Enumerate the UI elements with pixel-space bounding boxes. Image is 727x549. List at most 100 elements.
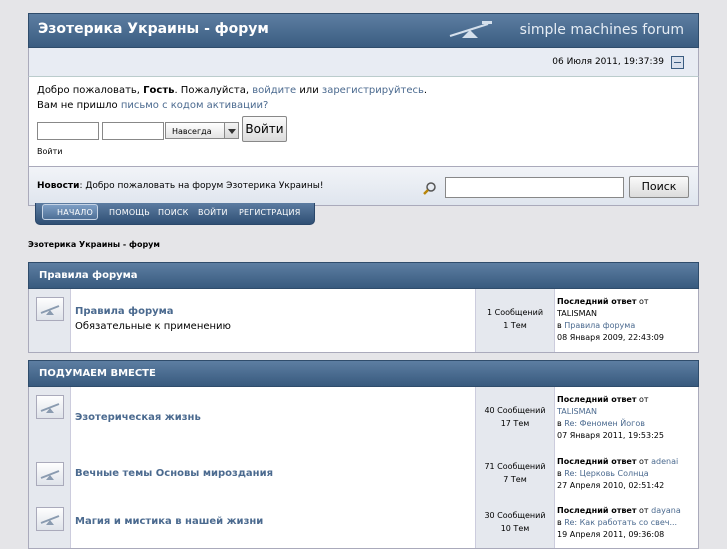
board-info: Вечные темы Основы мироздания <box>71 450 476 499</box>
in-text: в <box>557 419 562 428</box>
menu-login[interactable]: ВОЙТИ <box>198 208 228 217</box>
board-name[interactable]: Правила форума <box>75 306 174 317</box>
board-icon <box>36 297 64 321</box>
please-text: . Пожалуйста, <box>174 85 250 96</box>
menu-home[interactable]: НАЧАЛО <box>57 208 93 217</box>
board-icon-cell <box>29 387 71 450</box>
board-row: Правила форума Обязательные к применению… <box>28 289 699 353</box>
category-header: Правила форума <box>28 262 699 289</box>
login-link[interactable]: войдите <box>252 85 296 96</box>
in-text: в <box>557 321 562 330</box>
board-topics: 7 Тем <box>503 475 527 484</box>
forum-title: Эзотерика Украины - форум <box>38 21 269 37</box>
by-text: от <box>639 457 649 466</box>
board-last-post: Последний ответ от TALISMAN в Правила фо… <box>555 289 698 352</box>
activation-link[interactable]: письмо с кодом активации? <box>121 100 269 111</box>
in-text: в <box>557 469 562 478</box>
user-box: Добро пожаловать, Гость. Пожалуйста, вой… <box>28 76 699 167</box>
search-button[interactable]: Поиск <box>629 176 689 198</box>
collapse-icon[interactable] <box>671 56 684 69</box>
board-icon-cell <box>29 289 71 352</box>
last-post-date: 07 Января 2011, 19:53:25 <box>557 431 664 440</box>
board-row: Магия и мистика в нашей жизни 30 Сообщен… <box>28 499 699 549</box>
last-post-date: 19 Апреля 2011, 09:36:08 <box>557 530 665 539</box>
breadcrumb[interactable]: Эзотерика Украины - форум <box>28 240 160 249</box>
smf-brand: simple machines forum <box>519 22 684 38</box>
category-title: Правила форума <box>39 270 138 281</box>
board-info: Правила форума Обязательные к применению <box>71 289 476 352</box>
last-post-topic[interactable]: Правила форума <box>564 321 635 330</box>
news-bar: Новости: Добро пожаловать на форум Эзоте… <box>28 167 699 206</box>
chevron-down-icon[interactable] <box>224 122 239 139</box>
register-link[interactable]: зарегистрируйтесь <box>322 85 424 96</box>
last-post-date: 08 Января 2009, 22:43:09 <box>557 333 664 342</box>
menu-help[interactable]: ПОМОЩЬ <box>109 208 150 217</box>
board-icon-cell <box>29 499 71 548</box>
board-info: Эзотерическая жизнь <box>71 387 476 450</box>
password-input[interactable] <box>102 122 164 140</box>
last-post-topic[interactable]: Re: Феномен Йогов <box>564 419 645 428</box>
board-icon-cell <box>29 450 71 499</box>
board-icon <box>36 507 64 531</box>
board-name[interactable]: Магия и мистика в нашей жизни <box>75 516 263 527</box>
last-post-author[interactable]: TALISMAN <box>557 407 597 416</box>
board-stats: 1 Сообщений 1 Тем <box>476 289 555 352</box>
news-text: : Добро пожаловать на форум Эзотерика Ук… <box>79 181 324 191</box>
last-post-label: Последний ответ <box>557 395 637 404</box>
board-stats: 40 Сообщений 17 Тем <box>476 387 555 450</box>
guest-name: Гость <box>143 85 175 96</box>
board-topics: 17 Тем <box>500 419 530 428</box>
username-input[interactable] <box>37 122 99 140</box>
board-topics: 10 Тем <box>500 524 530 533</box>
by-text: от <box>639 297 649 306</box>
last-post-author[interactable]: dayana <box>651 506 681 515</box>
period-text: . <box>423 85 428 96</box>
welcome-text: Добро пожаловать, <box>37 85 140 96</box>
category-title: ПОДУМАЕМ ВМЕСТЕ <box>39 368 156 379</box>
board-stats: 30 Сообщений 10 Тем <box>476 499 555 548</box>
news-label: Новости <box>37 181 80 191</box>
board-name[interactable]: Вечные темы Основы мироздания <box>75 468 273 479</box>
last-post-text: Последний ответ от TALISMAN в Правила фо… <box>557 296 664 344</box>
welcome-line: Добро пожаловать, Гость. Пожалуйста, вой… <box>37 85 427 96</box>
last-post-date: 27 Апреля 2010, 02:51:42 <box>557 481 665 490</box>
board-row: Эзотерическая жизнь 40 Сообщений 17 Тем … <box>28 387 699 451</box>
board-info: Магия и мистика в нашей жизни <box>71 499 476 548</box>
last-post-topic[interactable]: Re: Как работать со свеч... <box>564 518 677 527</box>
forum-container: Эзотерика Украины - форум simple machine… <box>28 13 699 206</box>
no-mail-text: Вам не пришло <box>37 100 118 111</box>
smf-logo-icon <box>449 21 492 38</box>
board-icon <box>36 462 64 486</box>
board-posts: 30 Сообщений <box>484 511 546 520</box>
board-desc: Обязательные к применению <box>75 321 231 332</box>
board-row: Вечные темы Основы мироздания 71 Сообщен… <box>28 450 699 500</box>
last-post-topic[interactable]: Re: Церковь Солнца <box>564 469 648 478</box>
board-stats: 71 Сообщений 7 Тем <box>476 450 555 499</box>
search-input[interactable] <box>445 177 624 198</box>
last-post-text: Последний ответ от dayana в Re: Как рабо… <box>557 505 681 541</box>
login-label: Войти <box>37 147 63 156</box>
main-menu: НАЧАЛО ПОМОЩЬ ПОИСК ВОЙТИ РЕГИСТРАЦИЯ <box>35 203 315 225</box>
board-last-post: Последний ответ от TALISMAN в Re: Феноме… <box>555 387 698 450</box>
or-text: или <box>299 85 319 96</box>
menu-register[interactable]: РЕГИСТРАЦИЯ <box>239 208 300 217</box>
by-text: от <box>639 506 649 515</box>
board-name[interactable]: Эзотерическая жизнь <box>75 412 201 423</box>
last-post-label: Последний ответ <box>557 297 637 306</box>
search-icon <box>423 182 436 195</box>
login-button[interactable]: Войти <box>242 116 287 142</box>
activation-line: Вам не пришло письмо с кодом активации? <box>37 100 268 111</box>
last-post-text: Последний ответ от adenai в Re: Церковь … <box>557 456 678 492</box>
category-header: ПОДУМАЕМ ВМЕСТЕ <box>28 360 699 387</box>
in-text: в <box>557 518 562 527</box>
board-posts: 40 Сообщений <box>484 406 546 415</box>
menu-search[interactable]: ПОИСК <box>158 208 189 217</box>
last-post-author[interactable]: adenai <box>651 457 678 466</box>
board-last-post: Последний ответ от adenai в Re: Церковь … <box>555 450 698 499</box>
last-post-label: Последний ответ <box>557 506 637 515</box>
date-bar: 06 Июля 2011, 19:37:39 <box>28 48 699 76</box>
news-line: Новости: Добро пожаловать на форум Эзоте… <box>37 181 324 191</box>
board-last-post: Последний ответ от dayana в Re: Как рабо… <box>555 499 698 548</box>
current-date: 06 Июля 2011, 19:37:39 <box>552 57 664 67</box>
last-post-label: Последний ответ <box>557 457 637 466</box>
